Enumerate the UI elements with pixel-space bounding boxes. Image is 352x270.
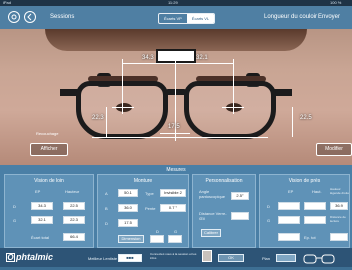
height-right-field[interactable]: 22.5 xyxy=(63,202,85,210)
dimension-button[interactable]: Dimension xyxy=(118,235,144,243)
panel-personnalisation: Personnalisation Angle pantoscopique 2.5… xyxy=(192,174,256,248)
ecart-total-label: Écart total xyxy=(31,235,50,240)
row-right-label: D xyxy=(13,204,16,209)
pente-field[interactable]: 0.7 ° xyxy=(160,204,186,212)
back-icon[interactable] xyxy=(24,11,36,23)
meilleur-label: Meilleur Lentiste xyxy=(88,256,118,261)
connect-info: Connectez-vous à la session et les infos xyxy=(150,252,197,260)
measure-bridge: 17.5 xyxy=(168,124,180,130)
measure-height-left: 22.3 xyxy=(92,115,104,121)
col-hauteur: Hauteur xyxy=(65,189,80,194)
measurements-title: Mesures xyxy=(166,167,186,173)
sessions-link[interactable]: Sessions xyxy=(50,12,74,22)
frame-clip-center xyxy=(156,49,196,63)
ep-right-near-field[interactable] xyxy=(278,202,300,210)
pupil-marker-left xyxy=(122,59,123,114)
height-line-left xyxy=(106,107,107,137)
ep-left-near-field[interactable] xyxy=(278,216,300,224)
plan-toggle[interactable] xyxy=(276,254,296,262)
toggle-button[interactable]: ■■■ xyxy=(118,254,142,262)
col-ep: EP xyxy=(35,189,41,194)
face-photo: 34.3 32.1 22.3 22.5 17.5 Recouchage Affi… xyxy=(0,29,352,165)
panel-vision-loin: Vision de loin EP Hauteur D 34.3 22.5 G … xyxy=(4,174,94,248)
panel-title: Vision de près xyxy=(288,178,321,184)
d-field[interactable]: 17.5 xyxy=(118,219,138,227)
modifier-button[interactable]: Modifier xyxy=(316,143,352,156)
d-label: D xyxy=(105,221,108,226)
dim-g-field[interactable] xyxy=(168,235,182,243)
row-right-label: D xyxy=(267,204,270,209)
b-label: B xyxy=(105,206,108,211)
col-g: G xyxy=(174,229,178,234)
vision-tabs: Écarts VP Écarts VL xyxy=(158,13,216,24)
height-left-field[interactable]: 22.3 xyxy=(63,216,85,224)
row-left-label: G xyxy=(13,218,17,223)
height-left-near-field[interactable] xyxy=(304,216,326,224)
panel-title: Personnalisation xyxy=(205,178,243,184)
col-hauteur: Haut. xyxy=(312,189,322,194)
distance-lecture-label: Distance de lecture xyxy=(330,215,346,223)
tab-ecarts-vp[interactable]: Écarts VP xyxy=(159,14,187,23)
ep-tot-label: Ep. tot xyxy=(304,235,316,240)
ok-button[interactable]: OK xyxy=(218,254,244,262)
col-extra: Hauteur légende droite xyxy=(330,187,350,195)
ep-right-field[interactable]: 34.3 xyxy=(31,202,53,210)
b-field[interactable]: 36.0 xyxy=(118,204,138,212)
pupil-cross-left xyxy=(112,107,134,108)
pupil-marker-right xyxy=(233,59,234,114)
afficher-button[interactable]: Afficher xyxy=(30,143,68,156)
measure-height-right: 22.5 xyxy=(300,115,312,121)
recouchage-label[interactable]: Recouchage xyxy=(36,131,58,136)
bridge-line xyxy=(160,133,190,134)
ecart-total-field[interactable]: 66.4 xyxy=(63,233,85,241)
panel-vision-pres: Vision de près EP Haut. Hauteur légende … xyxy=(259,174,350,248)
distance-field[interactable] xyxy=(231,212,249,220)
col-d: D xyxy=(156,229,159,234)
ophtalmic-logo: Ophtalmic xyxy=(6,252,54,262)
ep-left-field[interactable]: 32.1 xyxy=(31,216,53,224)
corridor-length-link[interactable]: Longueur du couloir xyxy=(264,12,317,22)
send-button[interactable]: Envoyer xyxy=(318,12,340,22)
hair xyxy=(45,29,307,51)
pupil-cross-right xyxy=(222,107,244,108)
calibrer-button[interactable]: Calibrer xyxy=(201,229,221,237)
tab-ecarts-vl[interactable]: Écarts VL xyxy=(186,14,215,23)
patient-avatar[interactable] xyxy=(202,250,212,262)
frame-bridge xyxy=(165,89,187,95)
dim-d-field[interactable] xyxy=(150,235,164,243)
height-line-right xyxy=(292,107,293,137)
plan-label: Plan xyxy=(262,256,271,261)
measure-top-left: 34.3 xyxy=(142,55,154,61)
ep-total-near-field[interactable] xyxy=(278,233,300,241)
distance-label: Distance Verre-Œil xyxy=(199,211,227,221)
pd-line xyxy=(122,63,234,64)
panel-title: Vision de loin xyxy=(34,178,64,184)
logo-text: phtalmic xyxy=(16,252,54,262)
pente-label: Pente xyxy=(145,206,156,211)
a-label: A xyxy=(105,191,108,196)
row-left-label: G xyxy=(267,218,271,223)
settings-icon[interactable] xyxy=(8,11,20,23)
angle-field[interactable]: 2.5° xyxy=(231,192,249,200)
angle-label: Angle pantoscopique xyxy=(199,189,226,199)
col-ep: EP xyxy=(288,189,294,194)
type-select[interactable]: Invisible 2 xyxy=(160,189,186,197)
type-label: Type xyxy=(145,191,154,196)
panel-title: Monture xyxy=(133,178,153,184)
lens-bottom-line xyxy=(92,137,268,138)
a-field[interactable]: 50.1 xyxy=(118,189,138,197)
measure-top-right: 32.1 xyxy=(196,55,208,61)
height-right-near-field[interactable] xyxy=(304,202,326,210)
extra-height-field[interactable]: 36.9 xyxy=(330,202,348,210)
panel-monture: Monture A 50.1 Type Invisible 2 B 36.0 P… xyxy=(97,174,189,248)
top-toolbar: Sessions Écarts VP Écarts VL Longueur du… xyxy=(0,6,352,29)
glasses-icon[interactable] xyxy=(302,252,336,264)
distance-lecture-field[interactable] xyxy=(330,233,348,241)
